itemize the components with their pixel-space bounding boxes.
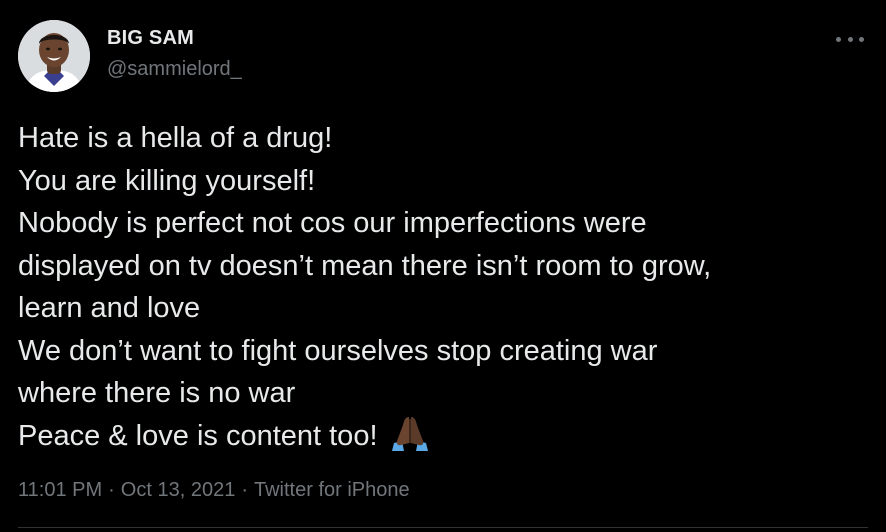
tweet-line: Peace & love is content too!	[18, 419, 378, 452]
tweet-line: We don’t want to fight ourselves stop cr…	[18, 334, 658, 367]
tweet-line: Nobody is perfect not cos our imperfecti…	[18, 207, 647, 239]
tweet-last-line: Peace & love is content too!	[18, 415, 878, 464]
tweet-line: displayed on tv doesn’t mean there isn’t…	[18, 249, 712, 282]
dot	[836, 36, 841, 42]
tweet-source[interactable]: Twitter for iPhone	[254, 479, 410, 501]
avatar[interactable]	[18, 20, 90, 92]
tweet-date[interactable]: Oct 13, 2021	[121, 479, 236, 501]
dot	[847, 36, 853, 42]
tweet-time[interactable]: 11:01 PM	[18, 479, 102, 501]
tweet-line: Hate is a hella of a drug!	[18, 122, 333, 154]
tweet-line: learn and love	[18, 292, 201, 324]
meta-separator: ·	[108, 479, 115, 501]
tweet-line: You are killing yourself!	[18, 164, 316, 197]
folded-hands-icon	[388, 415, 432, 464]
tweet-card: BIG SAM @sammielord_ Hate is a hella of …	[0, 0, 886, 532]
display-name[interactable]: BIG SAM	[107, 27, 194, 50]
more-options-icon[interactable]	[836, 30, 864, 48]
dot	[859, 36, 864, 42]
tweet-text: Hate is a hella of a drug! You are killi…	[18, 117, 878, 463]
tweet-meta: 11:01 PM · Oct 13, 2021 · Twitter for iPhone	[18, 479, 410, 502]
divider	[18, 527, 868, 528]
user-handle[interactable]: @sammielord_	[107, 58, 242, 81]
meta-separator: ·	[241, 479, 248, 501]
profile-photo-icon	[18, 20, 90, 92]
tweet-line: where there is no war	[18, 377, 296, 409]
